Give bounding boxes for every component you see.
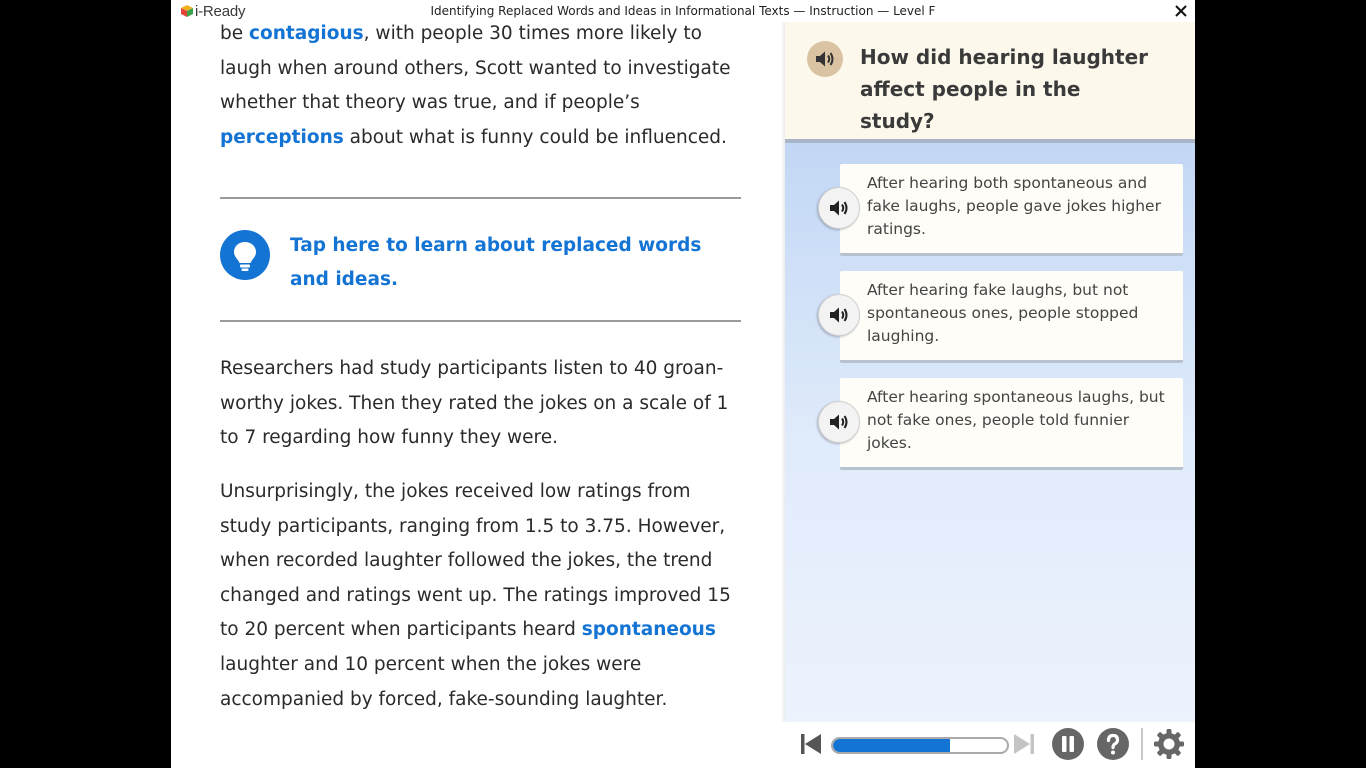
- skip-back-icon: [801, 734, 821, 754]
- close-button[interactable]: [1171, 1, 1191, 21]
- pause-button[interactable]: [1052, 728, 1084, 764]
- passage-text: laughter and 10 percent when the jokes w…: [220, 653, 668, 710]
- close-icon: [1175, 5, 1187, 17]
- passage-text: Unsurprisingly, the jokes received low r…: [220, 481, 731, 641]
- learn-tip-text: Tap here to learn about replaced words a…: [290, 235, 702, 290]
- progress-fill: [833, 739, 950, 752]
- speaker-icon: [830, 200, 848, 216]
- app-window: i-Ready Identifying Replaced Words and I…: [171, 0, 1195, 768]
- question-audio-button[interactable]: [807, 41, 843, 77]
- window-title: Identifying Replaced Words and Ideas in …: [430, 4, 936, 18]
- speaker-icon: [830, 307, 848, 323]
- question-text: How did hearing laughter affect people i…: [860, 45, 1149, 133]
- speaker-icon: [830, 414, 848, 430]
- passage-paragraph-2: Researchers had study participants liste…: [220, 358, 729, 449]
- skip-back-button[interactable]: [799, 732, 823, 760]
- help-button[interactable]: [1097, 728, 1129, 764]
- passage-paragraph-1: be contagious, with people 30 times more…: [220, 22, 745, 155]
- divider-top: [220, 197, 741, 199]
- settings-button[interactable]: [1153, 728, 1185, 764]
- choice-1-audio-button[interactable]: [818, 187, 860, 229]
- vocab-word-perceptions[interactable]: perceptions: [220, 127, 344, 148]
- choice-3-audio-button[interactable]: [818, 401, 860, 443]
- lightbulb-icon: [220, 230, 270, 280]
- controls-separator: [1141, 728, 1143, 760]
- vocab-word-contagious[interactable]: contagious: [249, 23, 364, 44]
- speaker-icon: [816, 51, 834, 67]
- gear-icon: [1154, 729, 1184, 759]
- choice-2-audio-button[interactable]: [818, 294, 860, 336]
- player-controls: [785, 722, 1195, 768]
- question-box: How did hearing laughter affect people i…: [785, 22, 1195, 143]
- vocab-word-spontaneous[interactable]: spontaneous: [582, 619, 716, 640]
- passage-text: about what is funny could be influenced.: [343, 126, 727, 148]
- skip-forward-icon: [1014, 734, 1034, 754]
- passage-paragraph-3: Unsurprisingly, the jokes received low r…: [220, 475, 745, 717]
- help-icon: [1097, 728, 1129, 760]
- choice-1-text: After hearing both spontaneous and fake …: [867, 174, 1161, 238]
- choice-3-text: After hearing spontaneous laughs, but no…: [867, 388, 1165, 452]
- skip-forward-button[interactable]: [1012, 732, 1036, 760]
- divider-bottom: [220, 320, 741, 322]
- passage-text: be: [220, 23, 250, 44]
- learn-tip-link[interactable]: Tap here to learn about replaced words a…: [220, 229, 745, 299]
- question-panel: How did hearing laughter affect people i…: [781, 22, 1195, 722]
- answer-choice-1[interactable]: After hearing both spontaneous and fake …: [818, 164, 1183, 256]
- choice-2-text: After hearing fake laughs, but not spont…: [867, 281, 1139, 345]
- pause-icon: [1052, 728, 1084, 760]
- lesson-progress-bar: [831, 737, 1009, 754]
- answer-choice-2[interactable]: After hearing fake laughs, but not spont…: [818, 271, 1183, 363]
- reading-passage[interactable]: be contagious, with people 30 times more…: [171, 22, 785, 768]
- answer-choice-3[interactable]: After hearing spontaneous laughs, but no…: [818, 378, 1183, 470]
- title-bar: i-Ready Identifying Replaced Words and I…: [171, 0, 1195, 22]
